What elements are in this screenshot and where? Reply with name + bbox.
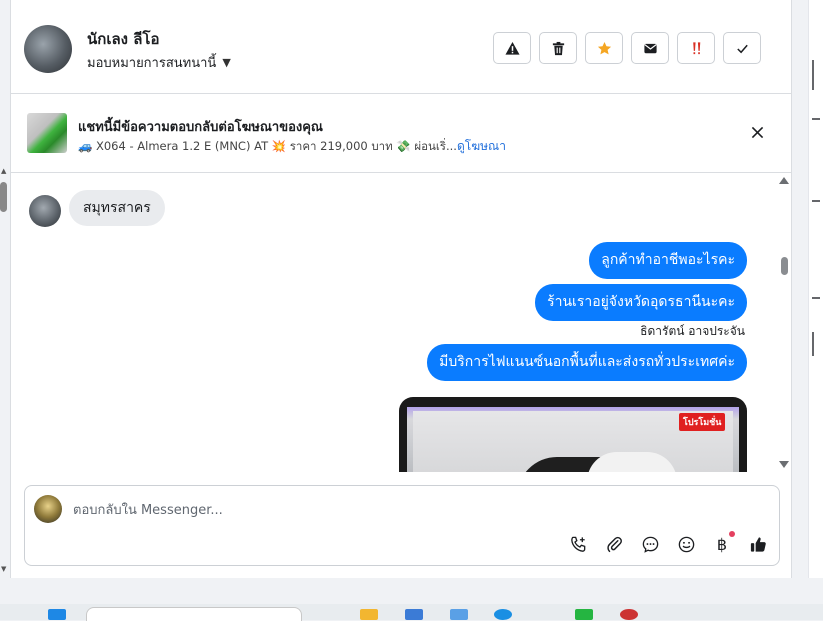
mark-done-button[interactable] <box>723 32 761 64</box>
outgoing-message: ร้านเราอยู่จังหวัดอุดรธานีนะคะ <box>535 284 747 321</box>
ad-thumbnail[interactable] <box>27 113 67 153</box>
outgoing-message: มีบริการไฟแนนซ์นอกพื้นที่และส่งรถทั่วประ… <box>427 344 747 381</box>
spark-icon: 💥 <box>271 139 287 153</box>
start-icon[interactable] <box>48 609 66 620</box>
promo-tag: โปรโมชั่น <box>679 413 726 431</box>
thread-scrollbar-thumb[interactable] <box>781 257 788 275</box>
ad-detail-more: ผ่อนเริ่... <box>414 139 457 153</box>
scroll-up-arrow-icon[interactable]: ▲ <box>1 168 6 175</box>
alert-icon <box>504 41 520 55</box>
call-button[interactable] <box>567 533 589 555</box>
thread-scrollbar[interactable] <box>777 173 791 472</box>
conversation-header: นักเลง ลีโอ มอบหมายการสนทนานี้ ▼ <box>11 5 791 94</box>
contact-name[interactable]: นักเลง ลีโอ <box>87 27 159 51</box>
sidebar-fragment <box>812 297 820 299</box>
call-icon <box>570 536 585 552</box>
trash-icon <box>552 41 564 55</box>
mail-icon <box>643 43 657 53</box>
header-actions <box>493 32 761 64</box>
scroll-down-arrow-icon[interactable]: ▼ <box>1 566 6 573</box>
close-banner-button[interactable] <box>747 122 767 142</box>
incoming-message: สมุทรสาคร <box>69 190 165 226</box>
attach-button[interactable] <box>603 533 625 555</box>
check-icon <box>736 44 748 53</box>
message-thread[interactable]: สมุทรสาคร ลูกค้าทำอาชีพอะไรคะ ร้านเราอยู… <box>11 173 791 472</box>
emoji-icon <box>678 536 694 552</box>
emoji-button[interactable] <box>675 533 697 555</box>
app-icon[interactable] <box>450 609 468 620</box>
car-icon: 🚙 <box>78 139 93 153</box>
assign-label: มอบหมายการสนทนานี้ <box>87 56 217 71</box>
close-icon <box>751 126 763 138</box>
notification-dot <box>729 531 735 537</box>
sidebar-fragment <box>812 200 820 202</box>
delete-button[interactable] <box>539 32 577 64</box>
caret-down-icon: ▼ <box>222 56 231 69</box>
ad-detail-line: 🚙 X064 - Almera 1.2 E (MNC) AT 💥 ราคา 21… <box>78 138 457 156</box>
outgoing-message: ลูกค้าทำอาชีพอะไรคะ <box>589 242 747 279</box>
saved-replies-button[interactable] <box>639 533 661 555</box>
assign-conversation-dropdown[interactable]: มอบหมายการสนทนานี้ ▼ <box>87 52 231 73</box>
attach-icon <box>606 536 622 552</box>
line-app-icon[interactable] <box>575 609 593 620</box>
contact-avatar-small[interactable] <box>29 195 61 227</box>
thread-scroll-down-icon[interactable] <box>779 461 789 468</box>
thread-scroll-up-icon[interactable] <box>779 177 789 184</box>
star-button[interactable] <box>585 32 623 64</box>
reply-input[interactable] <box>71 498 735 522</box>
star-icon <box>597 41 611 54</box>
payment-button[interactable]: ฿ <box>711 531 735 555</box>
right-sidebar-edge <box>808 0 823 578</box>
contact-avatar[interactable] <box>24 25 72 73</box>
page-scrollbar[interactable]: ▲ ▼ <box>0 0 10 578</box>
like-button[interactable] <box>747 533 769 555</box>
folder-icon[interactable] <box>360 609 378 620</box>
composer-tools: ฿ <box>567 531 769 555</box>
page-scrollbar-thumb[interactable] <box>0 182 7 212</box>
sidebar-fragment <box>812 332 814 356</box>
mark-priority-button[interactable] <box>677 32 715 64</box>
ad-detail-price: ราคา 219,000 บาท <box>289 139 393 153</box>
ad-detail-model: X064 - Almera 1.2 E (MNC) AT <box>95 139 269 153</box>
ad-banner-title: แชทนี้มีข้อความตอบกลับต่อโฆษณาของคุณ <box>78 120 323 135</box>
like-icon <box>750 536 766 552</box>
payment-icon: ฿ <box>716 534 728 554</box>
reply-composer: ฿ <box>24 485 780 566</box>
sidebar-fragment <box>812 118 820 120</box>
taskbar-search[interactable] <box>86 607 302 621</box>
sidebar-fragment <box>812 60 814 90</box>
view-ad-link[interactable]: ดูโฆษณา <box>457 137 506 156</box>
money-icon: 💸 <box>396 139 411 153</box>
ad-reply-banner: แชทนี้มีข้อความตอบกลับต่อโฆษณาของคุณ 🚙 X… <box>11 94 791 173</box>
mark-unread-button[interactable] <box>631 32 669 64</box>
report-spam-button[interactable] <box>493 32 531 64</box>
priority-icon <box>692 41 700 54</box>
page-avatar <box>34 495 62 523</box>
sender-name: ธิดารัตน์ อาจประจัน <box>640 324 745 338</box>
outgoing-image-message[interactable]: โปรโมชั่น <box>399 397 747 472</box>
saved-replies-icon <box>642 536 658 553</box>
browser-icon[interactable] <box>494 609 512 620</box>
promo-image: โปรโมชั่น <box>407 407 739 472</box>
app-icon[interactable] <box>620 609 638 620</box>
app-icon[interactable] <box>405 609 423 620</box>
conversation-panel: นักเลง ลีโอ มอบหมายการสนทนานี้ ▼ แชทนี้ม… <box>10 0 792 578</box>
